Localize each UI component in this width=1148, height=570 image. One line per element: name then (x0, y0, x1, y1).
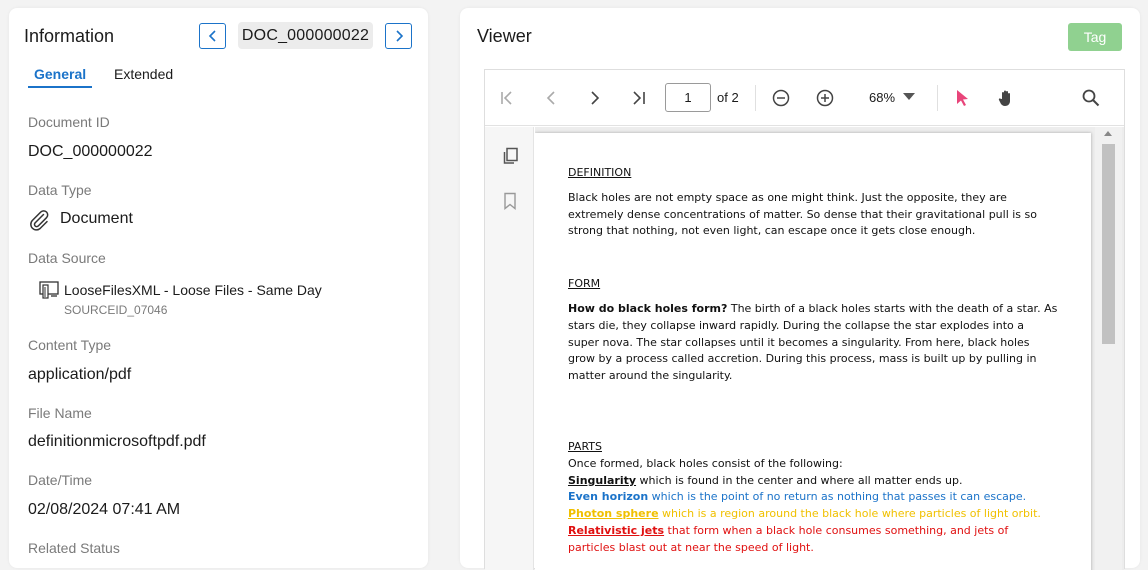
data-type-value: Document (60, 210, 133, 227)
paperclip-icon (27, 208, 51, 237)
scroll-up-icon[interactable] (1104, 131, 1112, 136)
previous-page-icon[interactable] (540, 87, 562, 109)
select-cursor-icon[interactable] (951, 87, 973, 109)
page-number-input[interactable]: 1 (665, 83, 711, 112)
content-type-value: application/pdf (28, 366, 132, 383)
part-line-singularity: Singularity which is found in the center… (568, 473, 1058, 490)
document-id-value: DOC_000000022 (28, 143, 153, 160)
chevron-left-icon (208, 30, 216, 42)
search-icon[interactable] (1080, 87, 1102, 109)
part-line-relativistic-jets: Relativistic jets that form when a black… (568, 523, 1058, 557)
file-name-value: definitionmicrosoftpdf.pdf (28, 433, 206, 450)
tab-extended[interactable]: Extended (114, 66, 173, 86)
toolbar-divider (755, 85, 756, 111)
chevron-right-icon (395, 30, 403, 42)
previous-document-button[interactable] (199, 23, 226, 49)
zoom-in-icon[interactable] (814, 87, 836, 109)
date-time-value: 02/08/2024 07:41 AM (28, 501, 181, 518)
viewer-panel: Viewer Tag 1 of 2 68% DEFINITION Black h… (460, 8, 1140, 570)
zoom-level-select[interactable]: 68% (869, 90, 895, 105)
data-source-label: Data Source (28, 250, 106, 266)
information-title: Information (24, 26, 115, 46)
document-id-chip: DOC_000000022 (238, 22, 373, 49)
pdf-scrollbar[interactable] (1095, 127, 1122, 570)
part-desc: which is the point of no return as nothi… (648, 490, 1027, 504)
toolbar-divider (937, 85, 938, 111)
scrollbar-thumb[interactable] (1102, 144, 1115, 344)
last-page-icon[interactable] (628, 87, 650, 109)
definition-text: Black holes are not empty space as one m… (568, 190, 1037, 238)
data-source-id: SOURCEID_07046 (64, 303, 168, 317)
part-line-even-horizon: Even horizon which is the point of no re… (568, 489, 1058, 506)
part-desc: which is found in the center and where a… (636, 473, 963, 487)
document-id-label: Document ID (28, 114, 110, 130)
form-paragraph: How do black holes form? The birth of a … (568, 301, 1058, 385)
pdf-sidebar (485, 127, 534, 570)
definition-heading: DEFINITION (568, 166, 632, 179)
file-name-label: File Name (28, 405, 92, 421)
form-question: How do black holes form? (568, 301, 728, 315)
part-desc: which is a region around the black hole … (658, 507, 1041, 521)
monitor-files-icon (39, 281, 61, 304)
copy-pages-icon[interactable] (502, 147, 520, 170)
pdf-viewer: 1 of 2 68% DEFINITION Black holes are no… (484, 69, 1125, 570)
first-page-icon[interactable] (496, 87, 518, 109)
data-source-value: LooseFilesXML - Loose Files - Same Day (64, 282, 322, 298)
pdf-toolbar: 1 of 2 68% (485, 70, 1124, 126)
part-term: Relativistic jets (568, 523, 665, 537)
information-panel: Information DOC_000000022 General Extend… (9, 8, 428, 568)
page-count: of 2 (717, 90, 739, 105)
part-term: Singularity (568, 473, 637, 487)
next-page-icon[interactable] (584, 87, 606, 109)
pdf-page-area[interactable]: DEFINITION Black holes are not empty spa… (535, 127, 1124, 570)
content-type-label: Content Type (28, 337, 112, 353)
parts-intro: Once formed, black holes consist of the … (568, 456, 843, 470)
part-term: Even horizon (568, 490, 649, 504)
bookmark-icon[interactable] (503, 192, 517, 215)
data-type-label: Data Type (28, 182, 92, 198)
parts-heading: PARTS (568, 439, 602, 453)
related-status-label: Related Status (28, 540, 120, 556)
part-term: Photon sphere (568, 507, 659, 521)
zoom-out-icon[interactable] (770, 87, 792, 109)
viewer-title: Viewer (477, 26, 532, 46)
pdf-page: DEFINITION Black holes are not empty spa… (535, 133, 1091, 570)
form-heading: FORM (568, 277, 601, 291)
date-time-label: Date/Time (28, 472, 93, 488)
next-document-button[interactable] (385, 23, 412, 49)
pan-hand-icon[interactable] (995, 87, 1017, 109)
zoom-dropdown-icon[interactable] (903, 93, 915, 100)
part-line-photon-sphere: Photon sphere which is a region around t… (568, 506, 1058, 523)
tab-general[interactable]: General (28, 66, 93, 88)
tag-button[interactable]: Tag (1068, 23, 1122, 51)
